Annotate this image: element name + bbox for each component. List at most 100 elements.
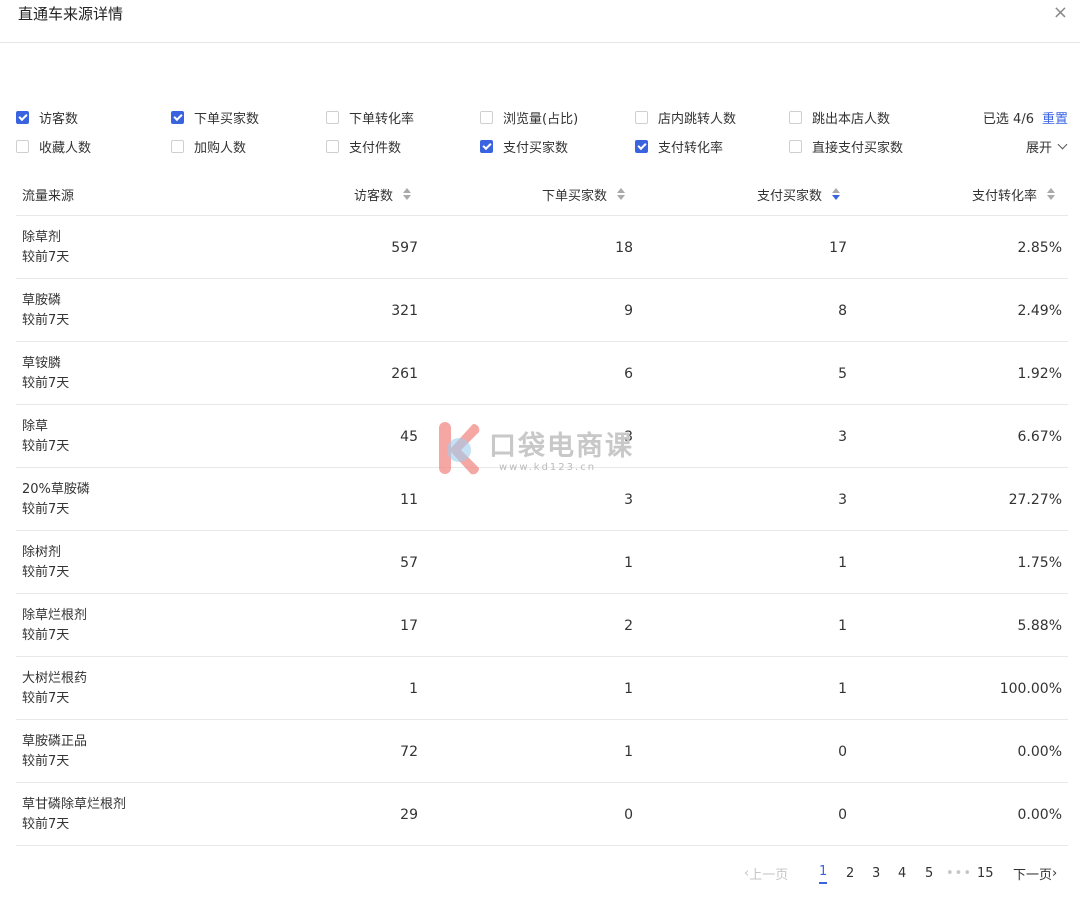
checkbox-icon[interactable] xyxy=(789,139,802,153)
page-1[interactable]: 1 xyxy=(819,860,828,884)
checkbox-icon[interactable] xyxy=(480,139,493,153)
filter-label: 跳出本店人数 xyxy=(812,111,891,127)
selected-summary: 已选 4/6 重置 xyxy=(983,105,1068,129)
table-row[interactable]: 草甘磷除草烂根剂 较前7天 29 0 0 0.00% xyxy=(16,783,1068,846)
filter-paid-items[interactable]: 支付件数 xyxy=(326,134,401,158)
table-header: 流量来源 访客数 下单买家数 支付买家数 支付转化率 xyxy=(16,172,1068,216)
table-body: 除草剂 较前7天 597 18 17 2.85% 草胺磷 较前7天 321 9 8 2.49% 草铵膦较… xyxy=(16,216,1068,846)
header-label: 访客数 xyxy=(354,188,394,204)
cell-pay-buyers: 3 xyxy=(838,428,847,445)
checkbox-icon[interactable] xyxy=(171,139,184,153)
cell-order-buyers: 6 xyxy=(624,365,633,382)
filter-bounce[interactable]: 跳出本店人数 xyxy=(789,105,890,129)
source-cell: 大树烂根药 较前7天 xyxy=(22,669,87,709)
page-4[interactable]: 4 xyxy=(898,860,906,886)
checkbox-icon[interactable] xyxy=(171,110,184,124)
page-2[interactable]: 2 xyxy=(846,860,854,886)
filter-internal-jumps[interactable]: 店内跳转人数 xyxy=(635,105,736,129)
filter-pay-rate[interactable]: 支付转化率 xyxy=(635,134,723,158)
filter-cart-adds[interactable]: 加购人数 xyxy=(171,134,246,158)
source-name: 草胺磷 xyxy=(22,293,62,308)
filter-order-buyers[interactable]: 下单买家数 xyxy=(171,105,259,129)
cell-visitors: 17 xyxy=(400,617,418,634)
page-last[interactable]: 15 xyxy=(977,860,994,886)
source-table: 流量来源 访客数 下单买家数 支付买家数 支付转化率 除草剂 较前7天 597 18 1… xyxy=(16,172,1068,846)
table-row[interactable]: 除草剂 较前7天 597 18 17 2.85% xyxy=(16,216,1068,279)
expand-button[interactable]: 展开 xyxy=(1025,134,1068,158)
reset-button[interactable]: 重置 xyxy=(1042,108,1068,127)
filter-pageviews[interactable]: 浏览量(占比) xyxy=(480,105,578,129)
chevron-right-icon: › xyxy=(1052,865,1058,881)
cell-order-buyers: 18 xyxy=(615,239,633,256)
expand-label: 展开 xyxy=(1025,140,1052,156)
compare-label: 较前7天 xyxy=(22,313,70,328)
sort-icon[interactable] xyxy=(403,188,412,200)
filter-order-rate[interactable]: 下单转化率 xyxy=(326,105,414,129)
page-5[interactable]: 5 xyxy=(925,860,933,886)
table-row[interactable]: 除草烂根剂 较前7天 17 2 1 5.88% xyxy=(16,594,1068,657)
ellipsis-icon[interactable]: ••• xyxy=(946,860,972,886)
filter-label: 访客数 xyxy=(39,111,79,127)
metric-filters: 访客数 下单买家数 下单转化率 浏览量(占比) 店内跳转人数 跳出本店人数 已选… xyxy=(16,105,1068,161)
table-row[interactable]: 除树剂 较前7天 57 1 1 1.75% xyxy=(16,531,1068,594)
header-pay-rate[interactable]: 支付转化率 xyxy=(972,172,1056,216)
sort-icon[interactable] xyxy=(617,188,626,200)
checkbox-icon[interactable] xyxy=(16,139,29,153)
next-label: 下一页 xyxy=(1013,867,1053,883)
cell-visitors: 261 xyxy=(391,365,418,382)
filter-direct-pay[interactable]: 直接支付买家数 xyxy=(789,134,903,158)
checkbox-icon[interactable] xyxy=(16,110,29,124)
cell-order-buyers: 2 xyxy=(624,617,633,634)
checkbox-icon[interactable] xyxy=(789,110,802,124)
watermark-url: www.kd123.cn xyxy=(499,462,597,473)
filter-label: 加购人数 xyxy=(194,140,247,156)
cell-visitors: 321 xyxy=(391,302,418,319)
cell-pay-buyers: 5 xyxy=(838,365,847,382)
filter-label: 支付买家数 xyxy=(503,140,569,156)
cell-visitors: 57 xyxy=(400,554,418,571)
filter-label: 下单转化率 xyxy=(349,111,415,127)
source-name: 除草剂 xyxy=(22,230,62,245)
sort-desc-icon[interactable] xyxy=(832,188,841,200)
table-row[interactable]: 草胺磷 较前7天 321 9 8 2.49% xyxy=(16,279,1068,342)
prev-page-button[interactable]: ‹ 上一页 xyxy=(744,860,788,886)
table-row[interactable]: 草铵膦 较前7天 261 6 5 1.92% xyxy=(16,342,1068,405)
checkbox-icon[interactable] xyxy=(326,110,339,124)
cell-order-buyers: 0 xyxy=(624,806,633,823)
cell-pay-buyers: 8 xyxy=(838,302,847,319)
filter-label: 支付件数 xyxy=(349,140,402,156)
next-page-button[interactable]: 下一页 › xyxy=(1013,860,1057,886)
cell-pay-buyers: 17 xyxy=(829,239,847,256)
filter-visitors[interactable]: 访客数 xyxy=(16,105,78,129)
header-pay-buyers[interactable]: 支付买家数 xyxy=(757,172,841,216)
cell-pay-rate: 27.27% xyxy=(1008,491,1062,508)
page-3[interactable]: 3 xyxy=(872,860,880,886)
close-icon[interactable]: × xyxy=(1053,2,1068,23)
source-name: 20%草胺磷 xyxy=(22,482,90,497)
sort-icon[interactable] xyxy=(1047,188,1056,200)
checkbox-icon[interactable] xyxy=(480,110,493,124)
source-cell: 草胺磷较前7天 xyxy=(22,291,69,331)
compare-label: 较前7天 xyxy=(22,691,70,706)
source-cell: 草铵膦 较前7天 xyxy=(22,354,69,394)
header-label: 支付转化率 xyxy=(972,188,1038,204)
table-row[interactable]: 草胺磷正品 较前7天 72 1 0 0.00% xyxy=(16,720,1068,783)
header-label: 下单买家数 xyxy=(542,188,608,204)
cell-visitors: 45 xyxy=(400,428,418,445)
source-name: 草胺磷正品 xyxy=(22,734,88,749)
cell-visitors: 597 xyxy=(391,239,418,256)
filter-pay-buyers[interactable]: 支付买家数 xyxy=(480,134,568,158)
table-row[interactable]: 大树烂根药 较前7天 1 1 1 100.00% xyxy=(16,657,1068,720)
source-name: 除树剂 xyxy=(22,545,62,560)
compare-label: 较前7天 xyxy=(22,250,70,265)
header-label: 流量来源 xyxy=(22,188,75,204)
checkbox-icon[interactable] xyxy=(635,139,648,153)
checkbox-icon[interactable] xyxy=(635,110,648,124)
header-order-buyers[interactable]: 下单买家数 xyxy=(542,172,626,216)
watermark-logo: 口袋电商课 www.kd123.cn xyxy=(437,420,657,480)
cell-order-buyers: 1 xyxy=(624,743,633,760)
compare-label: 较前7天 xyxy=(22,628,70,643)
header-visitors[interactable]: 访客数 xyxy=(354,172,412,216)
filter-favorites[interactable]: 收藏人数 xyxy=(16,134,91,158)
checkbox-icon[interactable] xyxy=(326,139,339,153)
